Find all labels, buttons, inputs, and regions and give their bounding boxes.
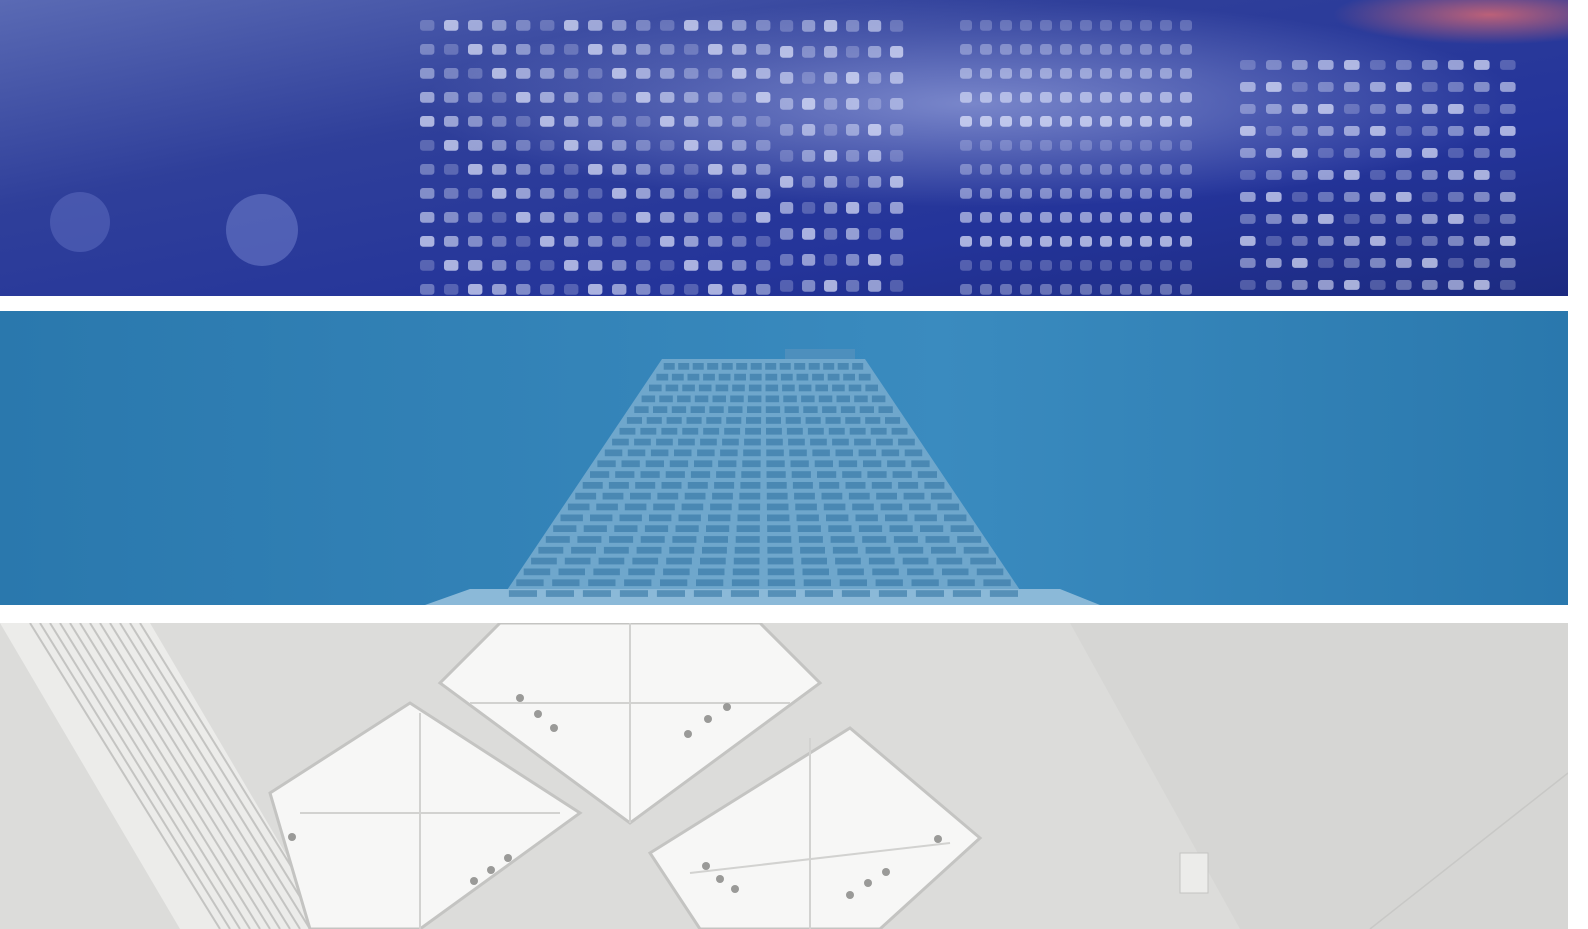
skylight-ceiling-image [0, 623, 1568, 929]
page-right-gutter [1568, 0, 1588, 929]
skyscraper-image [0, 311, 1568, 605]
led-ticker-banner-image [0, 0, 1568, 296]
led-ticker-image [0, 0, 1568, 296]
page [0, 0, 1588, 929]
skylight-ceiling-banner-image [0, 623, 1568, 929]
skyscraper-banner-image [0, 311, 1568, 605]
